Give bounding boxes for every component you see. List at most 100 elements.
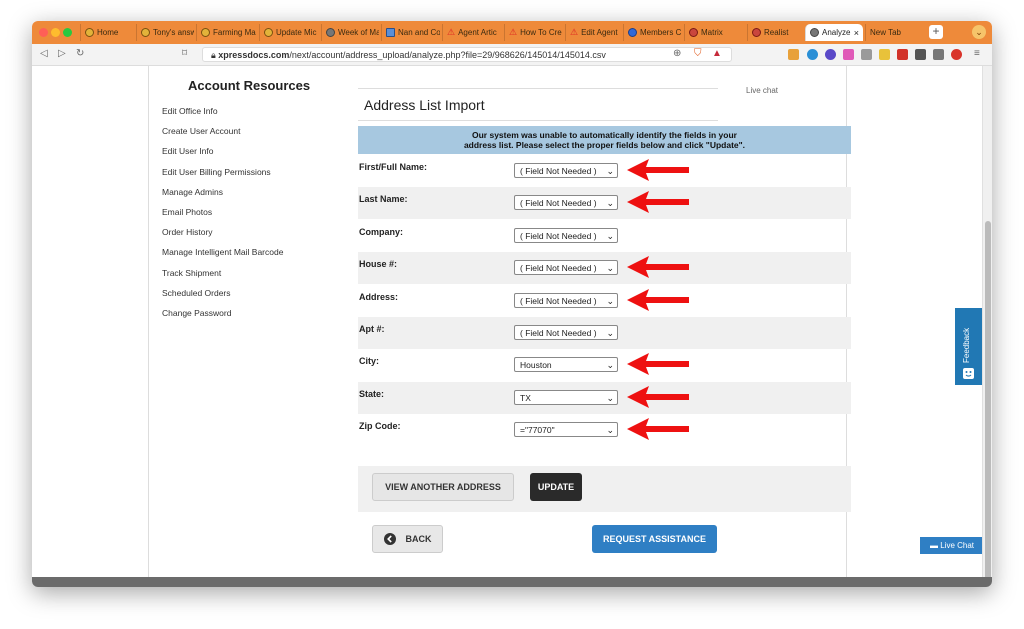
request-assistance-button[interactable]: REQUEST ASSISTANCE — [592, 525, 717, 553]
sidebar-link[interactable]: Email Photos — [162, 207, 212, 217]
sidebar-link[interactable]: Manage Intelligent Mail Barcode — [162, 247, 283, 257]
sidebar-link[interactable]: Edit User Info — [162, 146, 214, 156]
sidebar-link[interactable]: Scheduled Orders — [162, 288, 231, 298]
chat-bubble-icon: ▬ — [929, 541, 941, 550]
field-mapping-select[interactable]: Houston ⌄ — [514, 357, 618, 373]
browser-tab[interactable]: Nan and Co — [381, 24, 440, 41]
feedback-tab[interactable]: Feedback — [955, 308, 982, 385]
red-arrow-annotation — [627, 385, 689, 408]
extension-icon[interactable] — [788, 49, 799, 60]
sidebar-link[interactable]: Order History — [162, 227, 213, 237]
browser-tab[interactable]: Home — [80, 24, 135, 41]
update-button[interactable]: UPDATE — [530, 473, 582, 501]
browser-tab[interactable]: Update Mic — [259, 24, 319, 41]
browser-tab[interactable]: ⚠ Agent Artic — [442, 24, 502, 41]
profile-avatar-icon[interactable] — [951, 49, 962, 60]
field-row: State: TX ⌄ — [358, 381, 851, 414]
feedback-smiley-icon — [963, 368, 974, 379]
red-arrow-annotation — [627, 288, 689, 311]
field-mapping-select[interactable]: TX ⌄ — [514, 389, 618, 405]
browser-window: Home Tony's answ Farming Ma Update Mic Week … — [32, 21, 992, 587]
bookmark-icon[interactable]: ⌑ — [182, 48, 187, 59]
field-row: Last Name: ( Field Not Needed ) ⌄ — [358, 187, 851, 220]
live-chat-link[interactable]: Live chat — [746, 86, 778, 95]
field-label: House #: — [359, 259, 398, 270]
sidebar-title: Account Resources — [188, 78, 311, 93]
tab-label: Update Mic — [276, 28, 317, 37]
forward-nav-icon[interactable]: ▷ — [58, 48, 66, 59]
sidebar-link[interactable]: Edit User Billing Permissions — [162, 167, 271, 177]
extension-icon[interactable] — [861, 49, 872, 60]
red-arrow-annotation — [627, 159, 689, 181]
select-value: ( Field Not Needed ) — [520, 328, 597, 338]
navigation-bar: ◁ ▷ ↻ ⌑ 🔒︎ xpressdocs.com/next/account/a… — [32, 44, 992, 66]
extension-icon[interactable] — [897, 49, 908, 60]
browser-tab[interactable]: Matrix — [684, 24, 745, 41]
warning-icon: ⚠ — [570, 27, 579, 37]
red-arrow-annotation — [627, 353, 689, 376]
field-mapping-select[interactable]: ( Field Not Needed ) ⌄ — [514, 325, 618, 340]
field-row: Zip Code: ="77070" ⌄ — [358, 414, 851, 446]
live-chat-button[interactable]: ▬ Live Chat — [920, 537, 984, 554]
extension-icon[interactable] — [879, 49, 890, 60]
back-arrow-icon — [383, 533, 396, 545]
extension-icon[interactable] — [807, 49, 818, 60]
brave-rewards-icon[interactable]: ▲ — [712, 48, 722, 59]
sidebar-link[interactable]: Edit Office Info — [162, 106, 218, 116]
new-tab-button[interactable]: + — [929, 25, 943, 39]
page-title: Address List Import — [358, 88, 718, 121]
browser-tab[interactable]: Tony's answ — [136, 24, 194, 41]
browser-tab[interactable]: ⚠ How To Cre — [504, 24, 563, 41]
tab-menu-icon[interactable]: ⌄ — [972, 25, 986, 39]
select-value: TX — [520, 392, 531, 403]
menu-icon[interactable]: ≡ — [974, 48, 980, 59]
field-mapping-select[interactable]: ( Field Not Needed ) ⌄ — [514, 163, 618, 178]
red-arrow-annotation — [627, 256, 689, 279]
brave-shield-icon[interactable]: ⛉ — [694, 48, 702, 59]
page-scrollbar[interactable] — [982, 66, 992, 587]
extension-icon[interactable] — [825, 49, 836, 60]
close-tab-icon[interactable]: × — [854, 28, 859, 38]
browser-tab[interactable]: Members C — [623, 24, 682, 41]
back-button[interactable]: BACK — [372, 525, 443, 553]
reload-icon[interactable]: ↻ — [76, 48, 84, 59]
field-label: State: — [359, 388, 385, 399]
field-mapping-select[interactable]: ( Field Not Needed ) ⌄ — [514, 195, 618, 211]
extension-icon[interactable] — [843, 49, 854, 60]
browser-tab[interactable]: Realist — [747, 24, 803, 41]
red-arrow-annotation — [627, 191, 689, 214]
puzzle-icon[interactable] — [915, 49, 926, 60]
back-button-label: BACK — [405, 534, 432, 544]
sidebar-link[interactable]: Change Password — [162, 308, 231, 318]
scrollbar-thumb[interactable] — [985, 221, 991, 581]
field-mapping-select[interactable]: ( Field Not Needed ) ⌄ — [514, 292, 618, 308]
field-mapping-select[interactable]: ( Field Not Needed ) ⌄ — [514, 260, 618, 276]
sidebar-link[interactable]: Track Shipment — [162, 268, 221, 278]
tab-label: Tony's answ — [153, 28, 194, 37]
sidebar-link[interactable]: Manage Admins — [162, 187, 223, 197]
address-bar[interactable]: 🔒︎ xpressdocs.com/next/account/address_u… — [202, 47, 732, 62]
view-another-address-button[interactable]: VIEW ANOTHER ADDRESS — [372, 473, 514, 501]
field-mapping-select[interactable]: ( Field Not Needed ) ⌄ — [514, 227, 618, 243]
maximize-window-button[interactable] — [63, 28, 72, 37]
minimize-window-button[interactable] — [51, 28, 60, 37]
browser-tab[interactable]: Farming Ma — [196, 24, 256, 41]
wallet-icon[interactable] — [933, 49, 944, 60]
field-label: First/Full Name: — [359, 162, 428, 172]
browser-tab[interactable]: Week of Ma — [321, 24, 379, 41]
select-value: ( Field Not Needed ) — [520, 295, 597, 306]
tab-label: New Tab — [870, 28, 901, 37]
browser-tab[interactable]: ⚠ Edit Agent — [565, 24, 621, 41]
smiley-icon — [141, 28, 150, 37]
close-window-button[interactable] — [39, 28, 48, 37]
sidebar-link[interactable]: Create User Account — [162, 126, 240, 136]
browser-tab[interactable]: New Tab — [865, 24, 925, 41]
field-mapping-select[interactable]: ="77070" ⌄ — [514, 422, 618, 438]
browser-tab[interactable]: Analyze × — [805, 24, 863, 41]
tab-label: Agent Artic — [458, 28, 497, 37]
zoom-icon[interactable]: ⊕ — [673, 48, 681, 59]
field-row: City: Houston ⌄ — [358, 349, 851, 381]
back-nav-icon[interactable]: ◁ — [40, 48, 48, 59]
warning-icon: ⚠ — [509, 27, 518, 37]
chevron-down-icon: ⌄ — [606, 263, 614, 274]
